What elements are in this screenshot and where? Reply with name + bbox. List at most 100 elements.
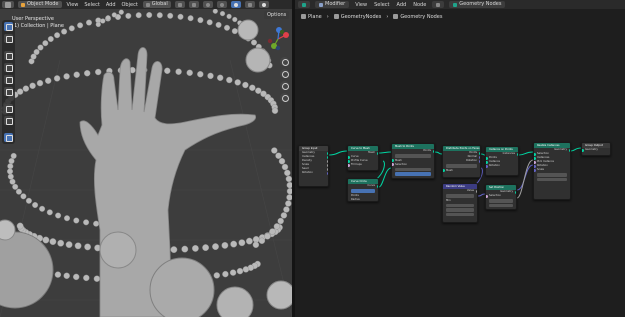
shading-button[interactable] [258,1,269,8]
socket-label: Points [469,151,477,154]
socket-dot[interactable] [478,159,480,163]
socket-dot[interactable] [443,169,445,172]
node-curve-to-mesh[interactable]: Curve to Mesh Mesh Curve Profile Curve F… [347,145,379,171]
node-realize-instances[interactable]: Realize Instances Geometry Selection Ins… [533,142,571,200]
editor-type-button[interactable] [2,1,14,8]
visibility-button[interactable] [216,1,227,8]
node-group-output[interactable]: Group Output Geometry [581,142,611,156]
node-distribute-points[interactable]: Distribute Points on Faces Points Normal… [442,145,481,178]
bead-sphere [170,246,178,254]
move-tool[interactable] [4,51,13,60]
zoom-icon[interactable] [280,57,289,66]
scale-field[interactable] [537,177,567,181]
camera-icon[interactable] [280,81,289,90]
bead-sphere [146,11,153,18]
bead-sphere [49,238,57,246]
socket-dot[interactable] [582,148,584,152]
scale-field[interactable] [537,173,567,177]
bead-sphere [95,21,101,28]
bead-sphere [206,19,213,26]
bead-sphere [249,84,256,92]
menu-add[interactable]: Add [105,2,117,8]
grid-icon[interactable] [280,93,289,102]
rotate-tool[interactable] [4,63,13,72]
bead-sphere [68,25,75,32]
hand-pan-icon[interactable] [280,69,289,78]
min-field[interactable] [446,203,474,207]
select-box-tool[interactable] [4,22,13,31]
socket-label: Mesh [446,168,453,172]
bead-sphere [63,73,70,80]
view-name-label: User Perspective [12,16,54,22]
seed-field[interactable] [446,212,474,216]
offset-field[interactable] [489,203,513,207]
socket-dot[interactable] [486,194,488,198]
socket-label: Geometry [585,148,598,151]
bead-sphere [284,169,291,177]
geometry-node-editor[interactable]: Modifier View Select Add Node Geometry N… [295,0,625,317]
node-mesh-to-points[interactable]: Mesh to Points Points Mesh Selection [391,143,435,179]
pivot-button[interactable] [174,1,185,8]
bead-sphere [93,275,101,282]
socket-dot[interactable] [475,189,477,193]
cursor-tool[interactable] [4,34,13,43]
menu-select[interactable]: Select [83,2,100,8]
mode-dropdown[interactable]: Object Mode [18,1,62,8]
navigation-gizmo[interactable] [264,25,292,53]
bead-sphere [245,237,253,245]
menu-object[interactable]: Object [121,2,139,8]
bead-sphere [164,67,171,75]
socket-dot[interactable] [392,163,394,166]
socket-dot[interactable] [326,171,328,175]
node-set-position[interactable]: Set Position Geometry Selection [485,184,517,210]
max-field[interactable] [446,208,474,212]
bead-sphere [275,152,282,159]
bead-sphere [271,107,279,114]
bead-sphere [32,201,39,208]
bead-sphere [226,76,233,84]
bead-sphere [281,163,289,171]
bead-sphere [229,269,237,276]
mode-toggle[interactable] [351,189,375,193]
add-cube-tool[interactable] [4,133,13,142]
proportional-button[interactable] [202,1,213,8]
socket-label: Instance [489,160,501,163]
scene-canvas[interactable] [0,0,292,317]
socket-label: Scale [537,168,544,171]
orientation-dropdown[interactable]: Global [142,1,171,8]
mode-dropdown[interactable] [395,154,431,158]
socket-row: Fill Caps [348,163,378,167]
radius-field[interactable] [395,172,431,176]
socket-row: Mesh [443,169,480,173]
node-instance-on-points[interactable]: Instance on Points Instances Points Inst… [485,146,519,176]
data-type-dropdown[interactable] [446,194,474,198]
node-group-input[interactable]: Group Input Geometry Instances Density S… [298,145,329,187]
annotate-tool[interactable] [4,104,13,113]
socket-dot[interactable] [534,168,536,172]
socket-dot[interactable] [376,184,378,188]
socket-label: Rotation [537,164,548,167]
distribute-method-dropdown[interactable] [446,164,477,168]
object-mode-icon [21,2,25,7]
socket-label: Radius [351,197,360,201]
transform-tool[interactable] [4,87,13,96]
scale-tool[interactable] [4,75,13,84]
menu-view[interactable]: View [66,2,80,8]
bead-sphere [15,188,22,195]
bead-sphere [7,173,14,180]
3d-viewport[interactable]: Object Mode View Select Add Object Globa… [0,0,292,317]
position-field[interactable] [395,167,431,171]
offset-field[interactable] [489,199,513,203]
socket-dot[interactable] [348,163,350,167]
bead-sphere [212,8,218,14]
socket-dot[interactable] [486,164,488,168]
node-random-value[interactable]: Random Value Value Min [442,183,478,223]
xray-button[interactable] [244,1,255,8]
snap-button[interactable] [188,1,199,8]
node-curve-circle[interactable]: Curve Circle Curve Points Radius [347,178,379,202]
overlays-button[interactable] [230,1,241,8]
measure-tool[interactable] [4,116,13,125]
socket-dot[interactable] [432,149,434,153]
bead-sphere [42,236,50,244]
options-button[interactable]: Options [264,11,290,19]
